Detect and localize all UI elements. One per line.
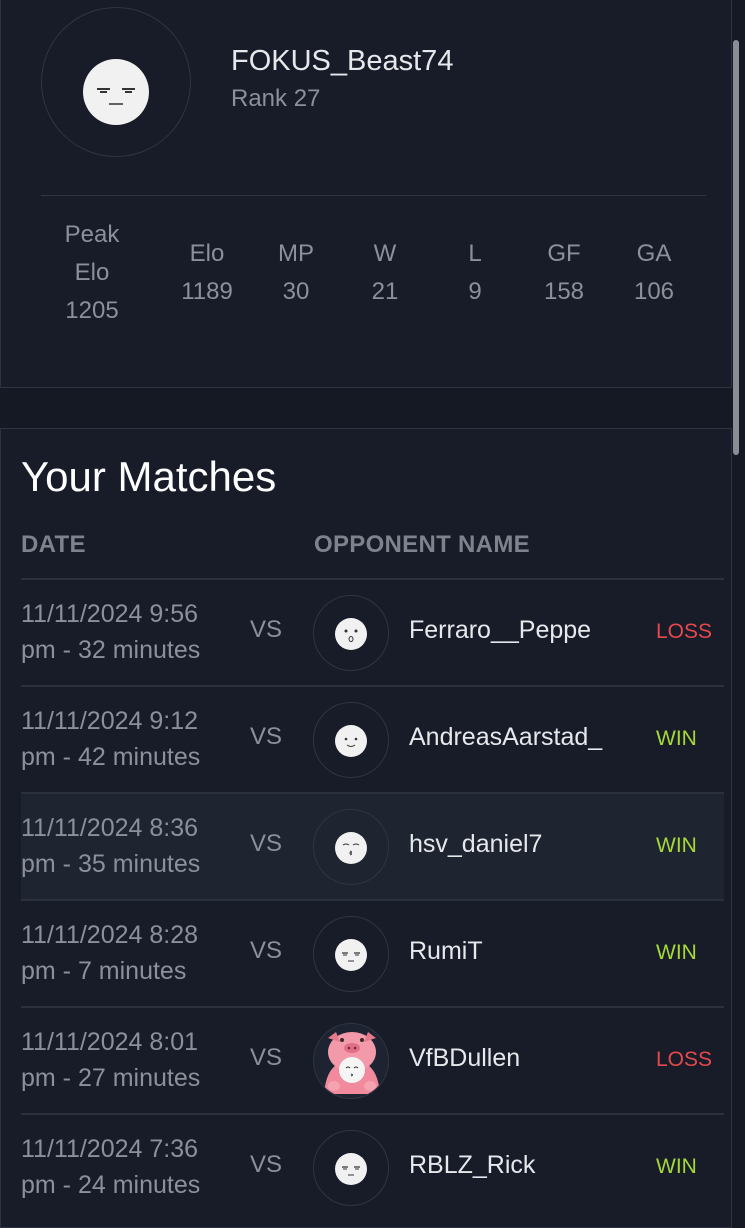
stat-label: W xyxy=(373,240,397,267)
match-date-line2: pm - 42 minutes xyxy=(21,743,201,771)
match-row[interactable]: 11/11/2024 7:36 pm - 24 minutes VS RBLZ_… xyxy=(21,1113,724,1220)
stat-label: L xyxy=(468,240,482,267)
match-row[interactable]: 11/11/2024 9:12 pm - 42 minutes VS Andre… xyxy=(21,685,724,792)
vs-label: VS xyxy=(250,616,283,643)
match-date: 11/11/2024 8:01 pm - 27 minutes xyxy=(21,1024,241,1096)
match-result: LOSS xyxy=(656,1048,713,1071)
match-result: WIN xyxy=(656,834,697,857)
match-result: WIN xyxy=(656,941,697,964)
opponent-name[interactable]: hsv_daniel7 xyxy=(409,830,542,859)
opponent-name[interactable]: AndreasAarstad_ xyxy=(409,723,602,752)
match-result: WIN xyxy=(656,727,697,750)
stat-w: W 21 xyxy=(345,235,425,311)
profile-rank: Rank 27 xyxy=(231,85,321,112)
opponent-name[interactable]: RumiT xyxy=(409,937,483,966)
match-date-line2: pm - 24 minutes xyxy=(21,1171,201,1199)
match-result: LOSS xyxy=(656,620,713,643)
stat-mp: MP 30 xyxy=(256,235,336,311)
stat-value: 30 xyxy=(282,278,310,305)
opponent-avatar[interactable] xyxy=(313,595,389,671)
stat-value: 106 xyxy=(633,278,675,305)
scrollbar[interactable] xyxy=(733,40,739,455)
opponent-name[interactable]: Ferraro__Peppe xyxy=(409,616,591,645)
stat-value: 1205 xyxy=(65,297,119,324)
stat-ga: GA 106 xyxy=(614,235,694,311)
opponent-avatar[interactable] xyxy=(313,1130,389,1206)
match-date-line1: 11/11/2024 7:36 xyxy=(21,1135,199,1163)
smile-face-icon xyxy=(335,725,367,757)
stat-label: MP xyxy=(278,240,314,267)
neutral-face-icon xyxy=(335,1153,367,1185)
stat-value: 9 xyxy=(468,278,482,305)
stat-gf: GF 158 xyxy=(524,235,604,311)
opponent-avatar[interactable] xyxy=(313,702,389,778)
stat-label: Peak Elo xyxy=(64,221,120,286)
matches-title: Your Matches xyxy=(21,453,277,500)
column-header-date[interactable]: DATE xyxy=(21,531,86,559)
match-row[interactable]: 11/11/2024 8:28 pm - 7 minutes VS RumiT … xyxy=(21,899,724,1006)
neutral-face-icon xyxy=(83,59,149,125)
stat-elo: Elo 1189 xyxy=(167,235,247,311)
profile-card: FOKUS_Beast74 Rank 27 Peak Elo 1205 Elo 1… xyxy=(0,0,732,388)
match-date-line2: pm - 27 minutes xyxy=(21,1064,201,1092)
opponent-name[interactable]: VfBDullen xyxy=(409,1044,520,1073)
stat-value: 158 xyxy=(543,278,585,305)
stat-value: 21 xyxy=(371,278,399,305)
stat-peak-elo: Peak Elo 1205 xyxy=(51,216,133,330)
vs-label: VS xyxy=(250,1151,283,1178)
opponent-avatar[interactable] xyxy=(313,1023,389,1099)
surprised-face-icon xyxy=(335,618,367,650)
pig-costume-icon xyxy=(324,1032,380,1094)
match-date-line1: 11/11/2024 8:28 xyxy=(21,921,199,949)
opponent-avatar[interactable] xyxy=(313,916,389,992)
opponent-name[interactable]: RBLZ_Rick xyxy=(409,1151,535,1180)
match-row[interactable]: 11/11/2024 8:01 pm - 27 minutes VS VfBDu… xyxy=(21,1006,724,1113)
match-date-line2: pm - 7 minutes xyxy=(21,957,187,985)
vs-label: VS xyxy=(250,830,283,857)
match-row[interactable]: 11/11/2024 8:36 pm - 35 minutes VS hsv_d… xyxy=(21,792,724,899)
stat-value: 1189 xyxy=(181,278,233,305)
match-date: 11/11/2024 8:36 pm - 35 minutes xyxy=(21,810,241,882)
match-date: 11/11/2024 7:36 pm - 24 minutes xyxy=(21,1131,241,1203)
profile-divider xyxy=(41,195,706,196)
opponent-avatar[interactable] xyxy=(313,809,389,885)
stat-label: Elo xyxy=(189,240,225,267)
column-header-opponent[interactable]: OPPONENT NAME xyxy=(314,531,530,559)
neutral-face-icon xyxy=(335,939,367,971)
profile-username: FOKUS_Beast74 xyxy=(231,45,454,77)
match-date-line1: 11/11/2024 8:01 xyxy=(21,1028,199,1056)
profile-avatar xyxy=(41,7,191,157)
vs-label: VS xyxy=(250,1044,283,1071)
match-date-line1: 11/11/2024 8:36 xyxy=(21,814,199,842)
match-date-line1: 11/11/2024 9:56 xyxy=(21,600,199,628)
kiss-face-icon xyxy=(335,832,367,864)
match-date: 11/11/2024 8:28 pm - 7 minutes xyxy=(21,917,241,989)
vs-label: VS xyxy=(250,723,283,750)
vs-label: VS xyxy=(250,937,283,964)
match-date-line1: 11/11/2024 9:12 xyxy=(21,707,199,735)
match-row[interactable]: 11/11/2024 9:56 pm - 32 minutes VS Ferra… xyxy=(21,578,724,685)
match-date-line2: pm - 35 minutes xyxy=(21,850,201,878)
stat-l: L 9 xyxy=(435,235,515,311)
match-date: 11/11/2024 9:12 pm - 42 minutes xyxy=(21,703,241,775)
stat-label: GA xyxy=(636,240,672,267)
match-result: WIN xyxy=(656,1155,697,1178)
stat-label: GF xyxy=(547,240,581,267)
match-date: 11/11/2024 9:56 pm - 32 minutes xyxy=(21,596,241,668)
match-date-line2: pm - 32 minutes xyxy=(21,636,201,664)
